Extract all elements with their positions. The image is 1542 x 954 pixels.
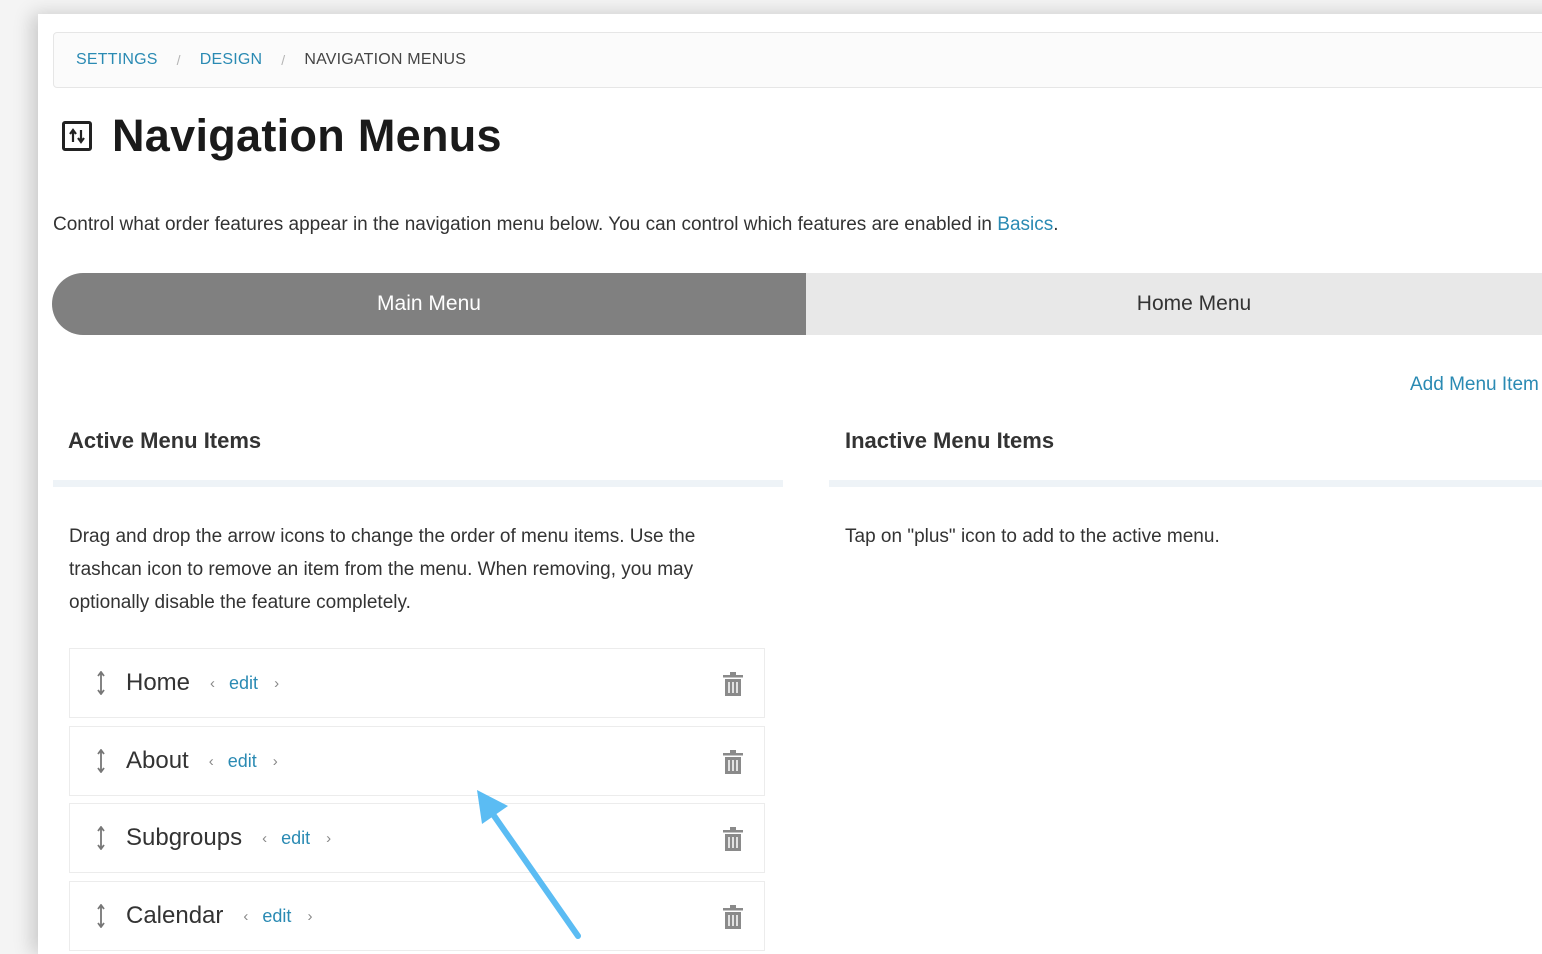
chevron-left-icon[interactable]: ‹ [243,908,248,925]
menu-item-row-calendar: Calendar ‹ edit › [69,881,765,951]
chevron-left-icon[interactable]: ‹ [262,830,267,847]
basics-link[interactable]: Basics [997,214,1053,235]
trash-icon[interactable] [722,826,744,852]
edit-link[interactable]: edit [229,673,258,694]
tab-main-menu[interactable]: Main Menu [52,273,806,335]
inactive-section-title: Inactive Menu Items [845,428,1055,453]
page-description: Control what order features appear in th… [53,214,1059,236]
chevron-left-icon[interactable]: ‹ [210,675,215,692]
inactive-section-divider [829,480,1542,487]
active-section-divider [53,480,783,487]
chevron-right-icon[interactable]: › [307,908,312,925]
chevron-right-icon[interactable]: › [326,830,331,847]
trash-icon[interactable] [722,671,744,697]
menu-item-label: Home [126,669,191,696]
edit-link[interactable]: edit [228,751,257,772]
chevron-right-icon[interactable]: › [273,753,278,770]
active-section-title: Active Menu Items [68,428,262,453]
drag-handle-icon[interactable] [96,671,106,695]
chevron-left-icon[interactable]: ‹ [209,753,214,770]
breadcrumb-settings-link[interactable]: SETTINGS [76,51,158,69]
edit-link[interactable]: edit [262,906,291,927]
menu-item-row-about: About ‹ edit › [69,726,765,796]
edit-link[interactable]: edit [281,828,310,849]
chevron-right-icon[interactable]: › [274,675,279,692]
breadcrumb-current: NAVIGATION MENUS [304,51,467,68]
trash-icon[interactable] [722,749,744,775]
page-title: Navigation Menus [62,110,502,162]
trash-icon[interactable] [722,904,744,930]
menu-tabs: Main Menu Home Menu [52,273,1542,335]
menu-item-label: Subgroups [126,824,243,851]
menu-item-label: About [126,747,189,774]
page-title-text: Navigation Menus [112,110,502,161]
description-end: . [1053,214,1059,235]
drag-handle-icon[interactable] [96,904,106,928]
breadcrumb: SETTINGS / DESIGN / NAVIGATION MENUS [53,32,1542,88]
description-text: Control what order features appear in th… [53,214,998,235]
active-section-description: Drag and drop the arrow icons to change … [69,526,696,613]
menu-item-label: Calendar [126,902,224,929]
inactive-section-description: Tap on "plus" icon to add to the active … [845,526,1220,547]
drag-handle-icon[interactable] [96,749,106,773]
breadcrumb-design-link[interactable]: DESIGN [200,51,263,69]
sort-arrows-box-icon [62,121,92,151]
drag-handle-icon[interactable] [96,826,106,850]
breadcrumb-separator: / [176,52,181,68]
menu-item-row-home: Home ‹ edit › [69,648,765,718]
breadcrumb-separator: / [281,52,286,68]
menu-item-row-subgroups: Subgroups ‹ edit › [69,803,765,873]
add-menu-item-link[interactable]: Add Menu Item [1410,374,1539,396]
tab-home-menu[interactable]: Home Menu [806,273,1542,335]
page-frame: SETTINGS / DESIGN / NAVIGATION MENUS Nav… [38,14,1542,954]
